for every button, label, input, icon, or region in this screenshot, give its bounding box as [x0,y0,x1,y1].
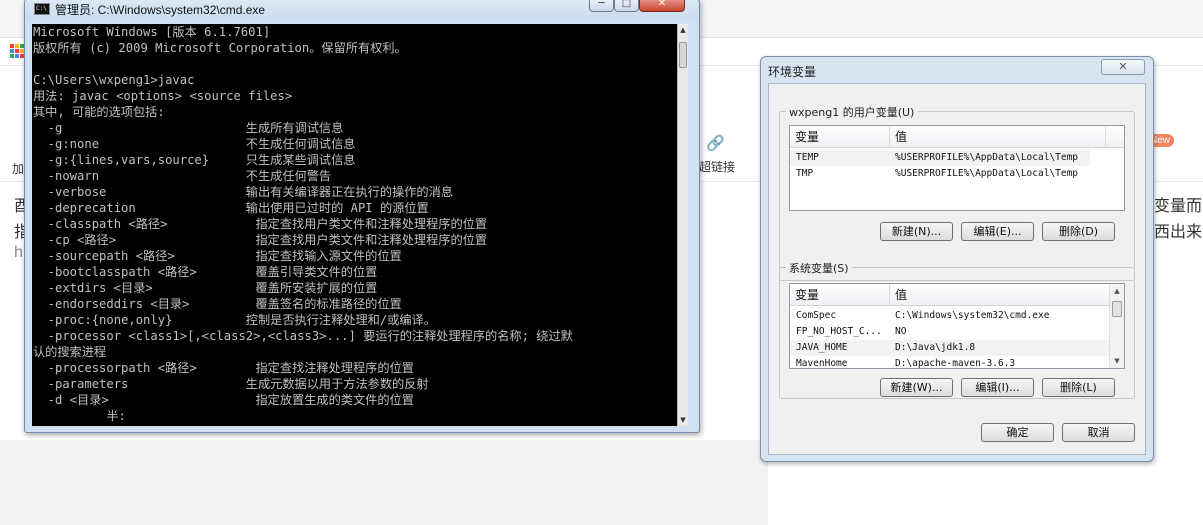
toolbar-frag-left: 加 [12,162,25,176]
var-name: FP_NO_HOST_C... [796,326,882,337]
system-var-row[interactable]: JAVA_HOME D:\Java\jdk1.8 [790,340,1110,356]
console-line: -g:{lines,vars,source} 只生成某些调试信息 [33,153,356,167]
console-line: -classpath <路径> 指定查找用户类文件和注释处理程序的位置 [33,217,488,231]
user-delete-button[interactable]: 删除(D) [1042,222,1115,241]
close-button[interactable]: ✕ [639,0,685,12]
dialog-close-button[interactable]: ✕ [1101,59,1145,75]
cmd-app-icon[interactable]: C:\ [34,3,50,15]
var-value: %USERPROFILE%\AppData\Local\Temp [895,152,1079,163]
console-lines: Microsoft Windows [版本 6.1.7601] 版权所有 (c) … [33,24,677,424]
system-vars-legend: 系统变量(S) [786,260,852,276]
console-line: -endorseddirs <目录> 覆盖签名的标准路径的位置 [33,297,402,311]
dialog-body: wxpeng1 的用户变量(U) 变量 值 TEMP %USERPROFILE%… [768,83,1146,455]
console-line: -nowarn 不生成任何警告 [33,169,332,183]
var-value: NO [895,326,907,337]
var-value: D:\Java\jdk1.8 [895,342,976,353]
system-vars-list[interactable]: 变量 值 ComSpec C:\Windows\system32\cmd.exe… [789,283,1125,369]
console-line: 版权所有 (c) 2009 Microsoft Corporation。保留所有… [33,41,407,55]
console-line: 半: [33,409,126,423]
console-line: 其中, 可能的选项包括: [33,105,165,119]
console-line: -bootclasspath <路径> 覆盖引导类文件的位置 [33,265,378,279]
scroll-thumb[interactable] [1112,301,1122,317]
link-icon[interactable]: 🔗 [706,134,725,152]
cmd-window-title: 管理员: C:\Windows\system32\cmd.exe [55,3,266,17]
user-var-row[interactable]: TEMP %USERPROFILE%\AppData\Local\Temp [790,150,1090,166]
apps-icon[interactable] [10,44,24,58]
scroll-thumb[interactable] [679,42,687,68]
system-edit-button[interactable]: 编辑(I)... [961,378,1034,397]
col-variable[interactable]: 变量 [790,284,890,306]
scroll-down-icon[interactable]: ▼ [1110,354,1124,368]
console-line: -cp <路径> 指定查找用户类文件和注释处理程序的位置 [33,233,488,247]
page-content-area [768,470,1203,525]
console-line: -d <目录> 指定放置生成的类文件的位置 [33,393,414,407]
console-line: -sourcepath <路径> 指定查找输入源文件的位置 [33,249,402,263]
hyperlink-label[interactable]: 超链接 [699,158,735,175]
var-name: JAVA_HOME [796,342,848,353]
user-vars-legend: wxpeng1 的用户变量(U) [786,104,918,120]
console-line: -g 生成所有调试信息 [33,121,344,135]
console-scrollbar[interactable]: ▲ ▼ [677,24,688,426]
console-line: 用法: javac <options> <source files> [33,89,293,103]
system-new-button[interactable]: 新建(W)... [880,378,953,397]
col-variable[interactable]: 变量 [790,126,890,148]
user-vars-list[interactable]: 变量 值 TEMP %USERPROFILE%\AppData\Local\Te… [789,125,1125,211]
var-value: D:\apache-maven-3.6.3 [895,358,1016,369]
console-output[interactable]: Microsoft Windows [版本 6.1.7601] 版权所有 (c) … [32,24,688,426]
page-gutter [0,440,768,525]
var-value: C:\Windows\system32\cmd.exe [895,310,1050,321]
scroll-up-icon[interactable]: ▲ [1110,284,1124,298]
user-new-button[interactable]: 新建(N)... [880,222,953,241]
article-frag-right-2: 西出来了 [1154,224,1203,241]
console-line: -parameters 生成元数据以用于方法参数的反射 [33,377,429,391]
scroll-down-icon[interactable]: ▼ [678,414,688,426]
system-vars-group: 系统变量(S) 变量 值 ComSpec C:\Windows\system32… [779,260,1135,399]
system-vars-scrollbar[interactable]: ▲ ▼ [1109,284,1124,368]
console-line: 认的搜索进程 [33,345,107,359]
console-line: -extdirs <目录> 覆盖所安装扩展的位置 [33,281,378,295]
var-value: %USERPROFILE%\AppData\Local\Temp [895,168,1079,179]
user-edit-button[interactable]: 编辑(E)... [961,222,1034,241]
console-line: Microsoft Windows [版本 6.1.7601] [33,25,271,39]
console-line: C:\Users\wxpeng1>javac [33,73,195,87]
console-line: -processor <class1>[,<class2>,<class3>..… [33,329,573,343]
system-var-row[interactable]: ComSpec C:\Windows\system32\cmd.exe [790,308,1110,324]
user-vars-header: 变量 值 [790,126,1124,148]
var-name: TMP [796,168,814,179]
system-vars-header: 变量 值 [790,284,1124,306]
console-line: -g:none 不生成任何调试信息 [33,137,356,151]
var-name: ComSpec [796,310,837,321]
console-line: -proc:{none,only} 控制是否执行注释处理和/或编译。 [33,313,436,327]
system-var-row[interactable]: MavenHome D:\apache-maven-3.6.3 [790,356,1110,369]
console-line: -deprecation 输出使用已过时的 API 的源位置 [33,201,429,215]
var-name: TEMP [796,152,819,163]
user-var-row[interactable]: TMP %USERPROFILE%\AppData\Local\Temp [790,166,1110,182]
system-delete-button[interactable]: 删除(L) [1042,378,1115,397]
dialog-title: 环境变量 [768,65,817,79]
console-line: -verbose 输出有关编译器正在执行的操作的消息 [33,185,453,199]
col-value[interactable]: 值 [890,126,1106,148]
var-name: MavenHome [796,358,848,369]
cancel-button[interactable]: 取消 [1062,423,1135,442]
article-frag-left-3: h [14,244,23,261]
user-vars-group: wxpeng1 的用户变量(U) 变量 值 TEMP %USERPROFILE%… [779,104,1135,281]
scroll-up-icon[interactable]: ▲ [678,24,688,36]
ok-button[interactable]: 确定 [981,423,1054,442]
env-vars-dialog[interactable]: 环境变量 ✕ wxpeng1 的用户变量(U) 变量 值 TEMP %USERP… [760,56,1154,462]
col-value[interactable]: 值 [890,284,1111,306]
cmd-titlebar[interactable]: C:\ 管理员: C:\Windows\system32\cmd.exe ─ □… [25,0,699,20]
maximize-button[interactable]: □ [614,0,639,12]
cmd-window[interactable]: C:\ 管理员: C:\Windows\system32\cmd.exe ─ □… [24,0,700,433]
console-line: -processorpath <路径> 指定查找注释处理程序的位置 [33,361,414,375]
system-var-row[interactable]: FP_NO_HOST_C... NO [790,324,1110,340]
article-frag-right-1: 变量而 [1154,198,1203,215]
minimize-button[interactable]: ─ [589,0,614,12]
